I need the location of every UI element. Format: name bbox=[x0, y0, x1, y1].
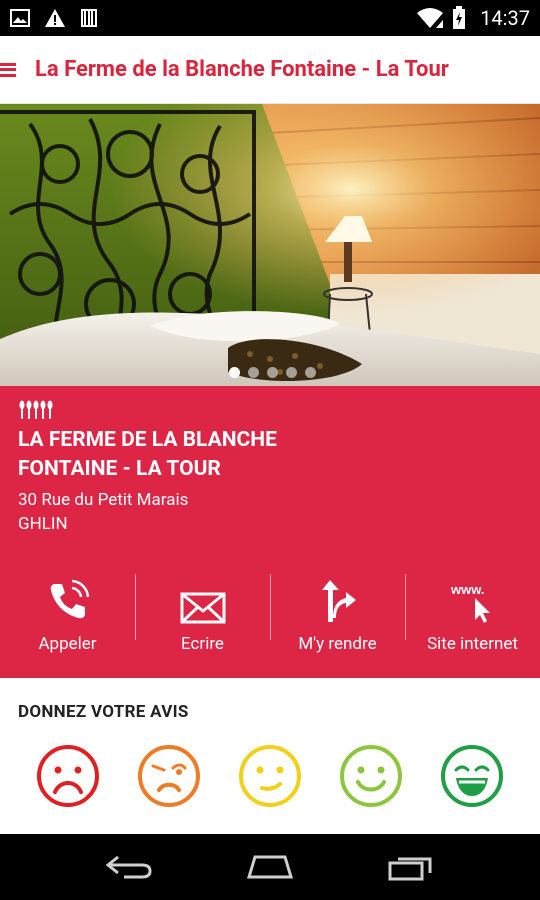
neutral-face-icon[interactable] bbox=[238, 744, 302, 808]
gallery-dot[interactable] bbox=[304, 367, 316, 378]
call-label: Appeler bbox=[38, 634, 97, 654]
place-name: LA FERME DE LA BLANCHE FONTAINE - LA TOU… bbox=[18, 426, 518, 484]
status-bar: 14:37 bbox=[0, 0, 540, 36]
unhappy-face-icon[interactable] bbox=[137, 744, 201, 808]
website-label: Site internet bbox=[427, 634, 518, 654]
gallery-dot[interactable] bbox=[247, 367, 259, 378]
back-icon[interactable] bbox=[104, 853, 154, 881]
image-icon bbox=[10, 9, 30, 27]
phone-icon bbox=[50, 579, 89, 619]
directions-icon bbox=[321, 580, 356, 622]
action-bar: Appeler Ecrire M'y rendre www. Site inte… bbox=[0, 574, 540, 658]
photo-gallery[interactable] bbox=[0, 104, 540, 386]
feedback-faces bbox=[0, 744, 540, 808]
write-label: Ecrire bbox=[181, 634, 224, 654]
app-bar: La Ferme de la Blanche Fontaine - La Tou… bbox=[0, 36, 540, 104]
call-button[interactable]: Appeler bbox=[0, 574, 135, 658]
feedback-title: DONNEZ VOTRE AVIS bbox=[18, 702, 189, 722]
very-unhappy-face-icon[interactable] bbox=[36, 744, 100, 808]
address-city: GHLIN bbox=[18, 514, 68, 534]
happy-face-icon[interactable] bbox=[339, 744, 403, 808]
website-button[interactable]: www. Site internet bbox=[405, 574, 540, 658]
gallery-dots[interactable] bbox=[0, 367, 540, 378]
place-name-line1: LA FERME DE LA BLANCHE bbox=[18, 428, 277, 452]
address-street: 30 Rue du Petit Marais bbox=[18, 490, 189, 510]
website-icon: www. bbox=[450, 582, 490, 623]
battery-icon bbox=[453, 6, 466, 29]
directions-label: M'y rendre bbox=[298, 634, 377, 654]
system-nav-bar bbox=[0, 834, 540, 900]
svg-text:www.: www. bbox=[450, 582, 484, 597]
menu-icon[interactable] bbox=[0, 61, 18, 79]
feedback-section: DONNEZ VOTRE AVIS bbox=[0, 678, 540, 834]
place-name-line2: FONTAINE - LA TOUR bbox=[18, 457, 221, 481]
envelope-icon bbox=[180, 592, 225, 624]
ears-of-wheat-icon bbox=[19, 400, 53, 419]
bedroom-photo bbox=[0, 104, 540, 386]
very-happy-face-icon[interactable] bbox=[440, 744, 504, 808]
barcode-icon bbox=[81, 9, 97, 27]
gallery-dot[interactable] bbox=[228, 367, 240, 378]
recent-apps-icon[interactable] bbox=[386, 853, 436, 881]
status-time: 14:37 bbox=[480, 6, 530, 30]
app-title: La Ferme de la Blanche Fontaine - La Tou… bbox=[35, 57, 449, 82]
home-icon[interactable] bbox=[243, 853, 297, 881]
wifi-icon bbox=[417, 8, 444, 28]
place-info: LA FERME DE LA BLANCHE FONTAINE - LA TOU… bbox=[0, 386, 540, 678]
directions-button[interactable]: M'y rendre bbox=[270, 574, 405, 658]
warning-icon bbox=[45, 9, 65, 27]
write-button[interactable]: Ecrire bbox=[135, 574, 270, 658]
gallery-dot[interactable] bbox=[266, 367, 278, 378]
gallery-dot[interactable] bbox=[285, 367, 297, 378]
